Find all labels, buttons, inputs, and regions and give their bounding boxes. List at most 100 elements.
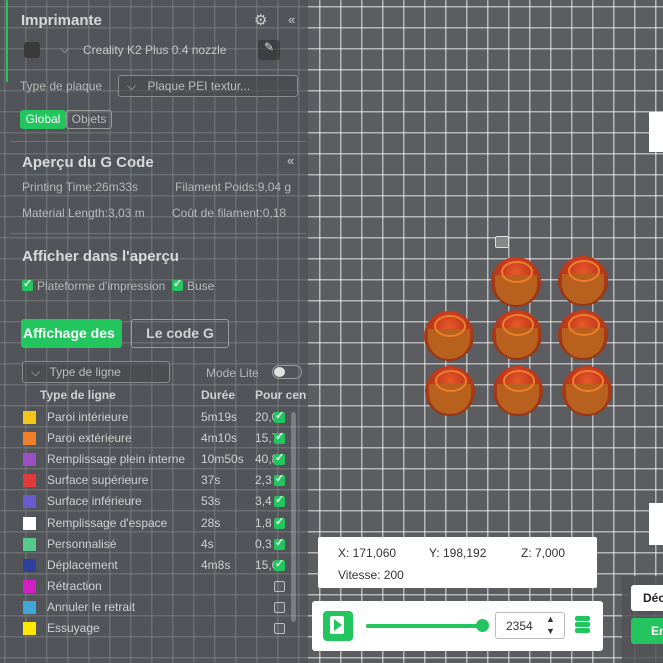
- line-type-label: Déplacement: [47, 557, 118, 572]
- export-button[interactable]: En: [631, 618, 663, 644]
- visibility-checkbox[interactable]: [274, 493, 285, 508]
- divider: [10, 233, 306, 234]
- position-readout: X: 171,060 Y: 198,192 Z: 7,000 Vitesse: …: [318, 537, 597, 588]
- visibility-checkbox[interactable]: [274, 536, 285, 550]
- line-type-label: Surface inférieure: [47, 494, 142, 509]
- chevron-down-icon: ⌵: [127, 79, 137, 93]
- right-panel-card: [649, 112, 663, 152]
- visibility-checkbox[interactable]: [274, 430, 285, 445]
- chevron-down-icon: ⌵: [60, 42, 70, 56]
- divider: [10, 141, 306, 142]
- visibility-checkbox[interactable]: [274, 580, 285, 592]
- increment-icon[interactable]: ▲: [546, 614, 555, 624]
- line-duration: 28s: [201, 515, 221, 530]
- model-part[interactable]: [493, 366, 543, 416]
- selection-accent-bar: [6, 0, 8, 82]
- line-color-swatch: [23, 600, 36, 614]
- line-color-swatch: [23, 411, 36, 424]
- slice-button[interactable]: Déc: [631, 585, 663, 611]
- play-button[interactable]: [323, 611, 353, 641]
- table-row[interactable]: Rétraction: [0, 577, 300, 598]
- plate-type-value: Plaque PEI textur...: [147, 79, 251, 93]
- settings-panel: Imprimante ⚙ « ⌵ Creality K2 Plus 0.4 no…: [0, 0, 308, 663]
- line-type-dropdown[interactable]: ⌵ Type de ligne: [22, 361, 170, 383]
- tab-gcode[interactable]: Le code G: [131, 319, 229, 348]
- table-row[interactable]: Surface supérieure 37s 2,3: [0, 471, 300, 492]
- model-part[interactable]: [558, 256, 608, 306]
- collapse-icon[interactable]: «: [287, 153, 294, 168]
- visibility-checkbox[interactable]: [274, 623, 285, 634]
- line-type-label: Personnalisé: [47, 536, 117, 551]
- visibility-checkbox[interactable]: [274, 409, 285, 423]
- visibility-checkbox[interactable]: [274, 472, 285, 487]
- line-duration: 5m19s: [201, 410, 238, 424]
- line-color-swatch: [23, 579, 36, 593]
- table-row[interactable]: Essuyage: [0, 619, 300, 640]
- visibility-checkbox[interactable]: [274, 557, 285, 571]
- layer-value: 2354: [506, 619, 533, 633]
- table-row[interactable]: Surface inférieure 53s 3,4: [0, 492, 300, 513]
- tab-display[interactable]: Affichage des: [21, 319, 122, 348]
- model-part[interactable]: [425, 366, 475, 416]
- visibility-checkbox[interactable]: [274, 601, 285, 613]
- lite-mode-label: Mode Lite: [206, 366, 259, 380]
- table-row[interactable]: Paroi intérieure 5m19s 20,0: [0, 408, 300, 429]
- model-part[interactable]: [424, 311, 474, 361]
- model-part[interactable]: [558, 310, 608, 360]
- line-percent: 2,3: [255, 473, 272, 488]
- table-row[interactable]: Remplissage plein interne 10m50s 40,8: [0, 450, 300, 471]
- visibility-checkbox[interactable]: [274, 451, 285, 466]
- line-duration: 53s: [201, 494, 221, 509]
- tab-objects[interactable]: Objets: [66, 110, 112, 129]
- col-header-percent: Pour cen: [255, 388, 307, 402]
- layers-icon[interactable]: [575, 616, 590, 634]
- nozzle-checkbox[interactable]: [172, 277, 183, 291]
- plate-checkbox[interactable]: [22, 277, 33, 291]
- line-type-label: Remplissage plein interne: [47, 452, 186, 467]
- table-row[interactable]: Annuler le retrait: [0, 598, 300, 619]
- gcode-preview-title: Aperçu du G Code: [22, 154, 154, 171]
- collapse-icon[interactable]: «: [288, 12, 295, 27]
- speed: Vitesse: 200: [338, 568, 404, 582]
- edit-icon[interactable]: ✎: [258, 40, 280, 60]
- printer-selector[interactable]: ⌵ Creality K2 Plus 0.4 nozzle ✎: [20, 40, 300, 62]
- line-color-swatch: [23, 516, 36, 530]
- printer-name: Creality K2 Plus 0.4 nozzle: [83, 43, 227, 57]
- line-color-swatch: [23, 622, 36, 635]
- model-part[interactable]: [492, 310, 542, 360]
- line-duration: 10m50s: [201, 452, 244, 467]
- layer-spinbox[interactable]: 2354 ▲ ▼: [495, 612, 565, 639]
- table-row[interactable]: Déplacement 4m8s 15,6: [0, 556, 300, 577]
- line-type-label: Paroi intérieure: [47, 410, 129, 424]
- visibility-checkbox[interactable]: [274, 515, 285, 529]
- line-color-swatch: [23, 453, 36, 467]
- line-percent: 0,3: [255, 536, 272, 551]
- line-percent: 1,8: [255, 515, 272, 530]
- line-color-swatch: [23, 432, 36, 446]
- display-section-title: Afficher dans l'aperçu: [22, 248, 179, 265]
- decrement-icon[interactable]: ▼: [546, 626, 555, 636]
- line-type-label: Paroi extérieure: [47, 431, 132, 446]
- line-type-label: Remplissage d'espace: [47, 515, 168, 530]
- play-icon: [334, 619, 342, 631]
- line-type-label: Essuyage: [47, 621, 100, 635]
- model-part[interactable]: [491, 257, 541, 307]
- model-part[interactable]: [562, 366, 612, 416]
- col-header-duration: Durée: [201, 388, 236, 402]
- table-row[interactable]: Personnalisé 4s 0,3: [0, 535, 300, 556]
- scrollbar[interactable]: [291, 412, 296, 622]
- line-color-swatch: [23, 537, 36, 551]
- coord-z: Z: 7,000: [521, 546, 566, 560]
- progress-track[interactable]: [366, 619, 489, 632]
- plate-type-dropdown[interactable]: ⌵ Plaque PEI textur...: [118, 75, 298, 97]
- line-percent: 3,4: [255, 494, 272, 509]
- lite-mode-toggle[interactable]: [272, 365, 302, 379]
- tab-global[interactable]: Global: [20, 110, 66, 129]
- table-row[interactable]: Remplissage d'espace 28s 1,8: [0, 514, 300, 535]
- table-row[interactable]: Paroi extérieure 4m10s 15,7: [0, 429, 300, 450]
- gear-icon[interactable]: ⚙: [254, 11, 267, 29]
- progress-handle[interactable]: [476, 619, 489, 632]
- printing-time: Printing Time:26m33s: [22, 180, 139, 194]
- playback-bar: 2354 ▲ ▼: [312, 601, 603, 651]
- line-color-swatch: [23, 474, 36, 488]
